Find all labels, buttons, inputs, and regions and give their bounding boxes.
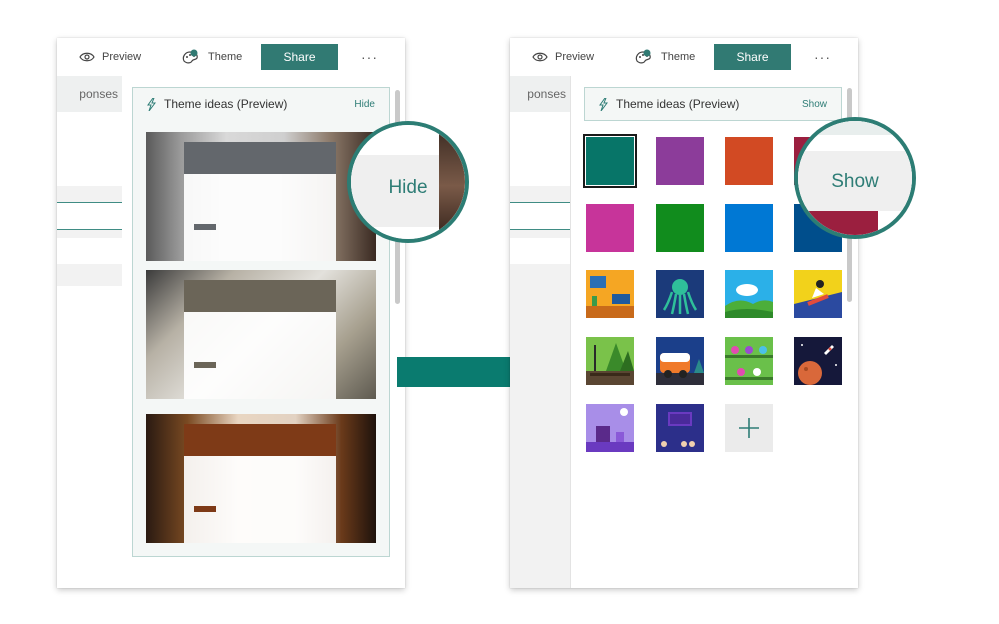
toolbar: Preview Theme Share ···: [57, 38, 405, 76]
eye-icon: [532, 52, 548, 62]
theme-ideas-title: Theme ideas (Preview): [164, 97, 288, 111]
theme-title-bar: [184, 142, 336, 174]
palette-icon: [635, 49, 651, 64]
theme-card-workshop[interactable]: [146, 270, 376, 399]
theme-accent-mark: [194, 506, 216, 512]
hide-link[interactable]: Hide: [354, 99, 375, 110]
toolbar: Preview Theme Share ···: [510, 38, 858, 76]
theme-accent-mark: [194, 224, 216, 230]
show-callout-label: Show: [831, 171, 879, 192]
preview-button[interactable]: Preview: [79, 38, 141, 76]
theme-title-bar: [184, 424, 336, 456]
theme-button[interactable]: Theme: [181, 38, 242, 76]
snowboard-theme-thumbnail[interactable]: [794, 270, 842, 318]
theme-label: Theme: [208, 51, 243, 63]
hide-zoom-callout: Hide: [347, 121, 469, 243]
lightning-icon: [147, 97, 156, 111]
eye-icon: [79, 52, 95, 62]
swatch-purple[interactable]: [656, 137, 704, 185]
swatch-orange[interactable]: [725, 137, 773, 185]
lightning-icon: [599, 97, 608, 111]
show-link[interactable]: Show: [802, 99, 827, 110]
landscape-theme-thumbnail[interactable]: [725, 270, 773, 318]
swatch-teal[interactable]: [583, 134, 637, 188]
preview-label: Preview: [102, 51, 142, 63]
room-theme-thumbnail[interactable]: [586, 270, 634, 318]
hide-callout-label: Hide: [388, 177, 428, 198]
show-zoom-callout: Show: [794, 117, 916, 239]
swatch-green[interactable]: [656, 204, 704, 252]
theme-ideas-header: Theme ideas (Preview) Show: [585, 88, 841, 120]
add-theme-button[interactable]: [725, 404, 773, 452]
theme-card-party[interactable]: [146, 414, 376, 543]
preview-label: Preview: [555, 51, 595, 63]
form-sidebar-strip: ponses: [510, 76, 571, 588]
palette-icon: [182, 49, 198, 64]
desk-theme-thumbnail[interactable]: [586, 404, 634, 452]
forms-panel-before: Preview Theme Share ··· ponses Theme ide…: [57, 38, 405, 588]
octopus-theme-thumbnail[interactable]: [656, 270, 704, 318]
preview-button[interactable]: Preview: [532, 38, 594, 76]
space-theme-thumbnail[interactable]: [794, 337, 842, 385]
share-button[interactable]: Share: [261, 44, 338, 70]
theme-ideas-title: Theme ideas (Preview): [616, 97, 740, 111]
share-button[interactable]: Share: [714, 44, 791, 70]
theme-accent-mark: [194, 362, 216, 368]
classroom-theme-thumbnail[interactable]: [656, 404, 704, 452]
responses-tab[interactable]: ponses: [57, 76, 122, 112]
theme-ideas-box: Theme ideas (Preview) Show: [584, 87, 842, 121]
form-sidebar-strip: ponses: [57, 76, 122, 588]
more-options-button[interactable]: ···: [361, 38, 378, 76]
theme-ideas-header: Theme ideas (Preview) Hide: [133, 88, 389, 120]
camper-theme-thumbnail[interactable]: [656, 337, 704, 385]
theme-label: Theme: [661, 51, 696, 63]
lab-theme-thumbnail[interactable]: [725, 337, 773, 385]
theme-button[interactable]: Theme: [634, 38, 695, 76]
swatch-magenta[interactable]: [586, 204, 634, 252]
more-options-button[interactable]: ···: [814, 38, 831, 76]
responses-tab[interactable]: ponses: [510, 76, 570, 112]
plus-icon: [739, 418, 759, 438]
theme-card-office[interactable]: [146, 132, 376, 261]
theme-title-bar: [184, 280, 336, 312]
forest-theme-thumbnail[interactable]: [586, 337, 634, 385]
swatch-blue[interactable]: [725, 204, 773, 252]
